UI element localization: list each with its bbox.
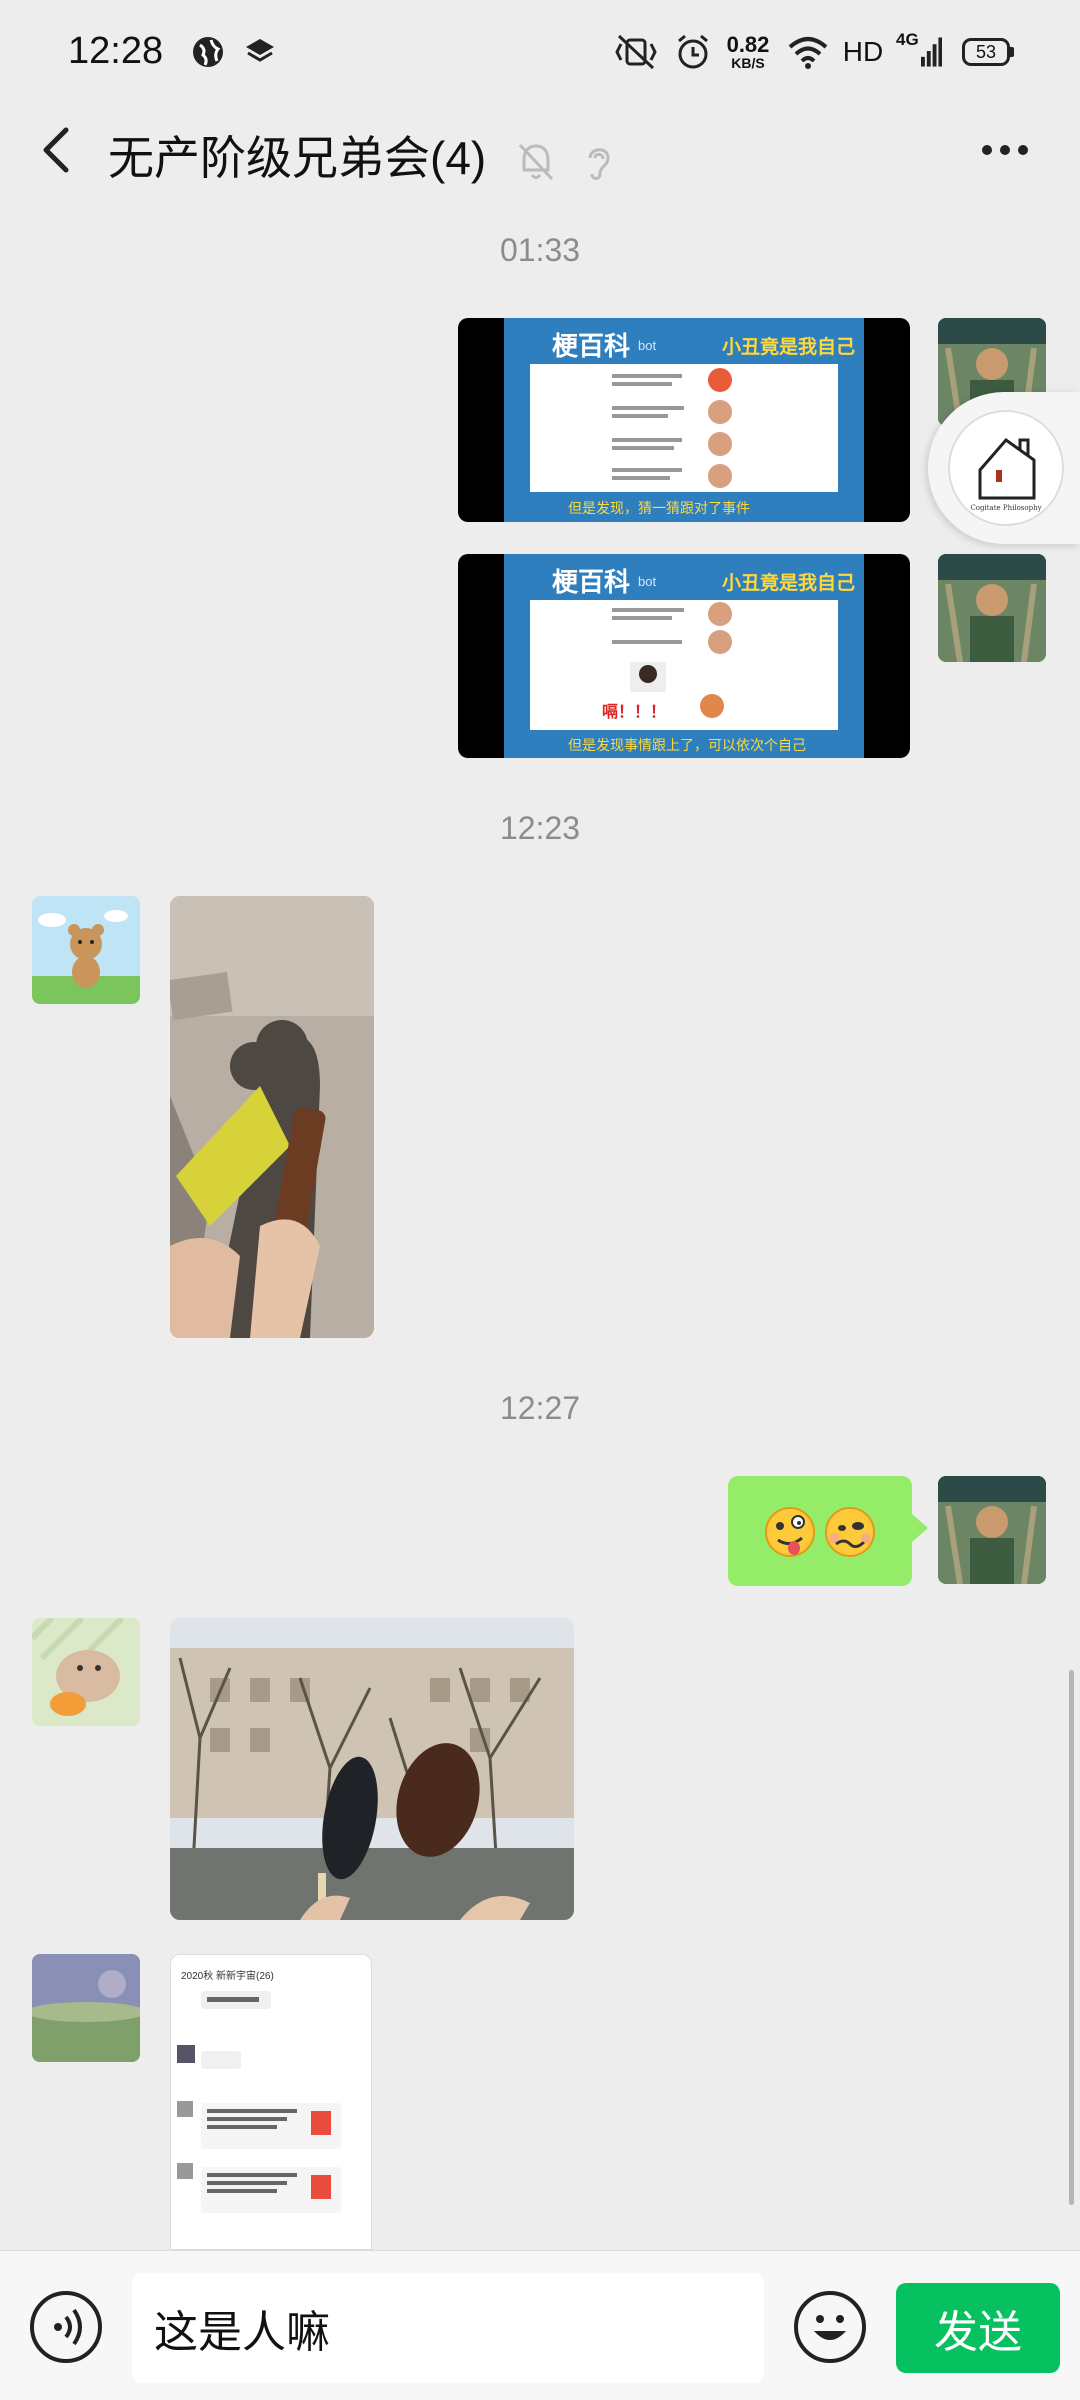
meme-content bbox=[612, 602, 732, 718]
status-bar: 12:28 0.82 KB/S HD 4G 53 bbox=[0, 0, 1080, 100]
voice-button[interactable] bbox=[30, 2291, 102, 2363]
send-button[interactable]: 发送 bbox=[896, 2283, 1060, 2373]
back-button[interactable] bbox=[30, 118, 90, 182]
chat-title-text: 无产阶级兄弟会(4) bbox=[108, 132, 487, 184]
avatar-sheep[interactable] bbox=[32, 1618, 140, 1726]
scrollbar[interactable] bbox=[1069, 1670, 1074, 2205]
battery-icon: 53 bbox=[960, 30, 1016, 74]
avatar-self[interactable] bbox=[938, 1476, 1046, 1584]
browser-globe-icon bbox=[188, 30, 228, 74]
meme-content bbox=[612, 368, 732, 488]
floating-widget[interactable]: Cogitate Philosophy bbox=[928, 392, 1080, 544]
timestamp: 01:33 bbox=[499, 232, 581, 268]
layers-icon bbox=[240, 30, 280, 74]
net-speed: 0.82 KB/S bbox=[726, 32, 770, 71]
avatar-self[interactable] bbox=[938, 554, 1046, 662]
mute-bell-icon bbox=[518, 143, 554, 180]
image-message-chat-screenshot[interactable]: 2020秋 新新宇宙(26) bbox=[170, 1954, 372, 2250]
input-bar: 发送 bbox=[0, 2250, 1080, 2400]
avatar-landscape[interactable] bbox=[32, 1954, 140, 2062]
image-message-shadow-photo[interactable] bbox=[170, 896, 374, 1338]
timestamp: 12:27 bbox=[499, 1390, 581, 1426]
emoji-button[interactable] bbox=[794, 2291, 866, 2363]
more-button[interactable] bbox=[970, 120, 1040, 180]
woozy-face-emoji bbox=[825, 1507, 875, 1557]
emoji-message-bubble[interactable] bbox=[728, 1476, 928, 1586]
voice-icon bbox=[54, 2308, 82, 2346]
image-message-popsicle-photo[interactable] bbox=[170, 1618, 574, 1920]
screenshot-content bbox=[177, 1991, 341, 2213]
philosophy-logo: Cogitate Philosophy bbox=[948, 410, 1064, 526]
alarm-icon bbox=[672, 30, 714, 74]
wifi-icon bbox=[786, 30, 830, 74]
chat-header: 无产阶级兄弟会(4) bbox=[0, 100, 1080, 200]
timestamp: 12:23 bbox=[499, 810, 581, 846]
meme-card: 梗百科 bot 小丑竟是我自己 嗝！！！ 但是发现事情跟上了，可以依次个自己 bbox=[504, 554, 864, 758]
avatar-bear[interactable] bbox=[32, 896, 140, 1004]
image-message-meme-1[interactable]: 梗百科 bot 小丑竟是我自己 但是发现，猜一猜跟对了事件 bbox=[458, 318, 910, 522]
message-input[interactable] bbox=[132, 2273, 764, 2383]
more-icon bbox=[982, 145, 1028, 155]
chat-title: 无产阶级兄弟会(4) bbox=[108, 122, 616, 188]
crazy-face-emoji bbox=[765, 1507, 815, 1557]
image-message-meme-2[interactable]: 梗百科 bot 小丑竟是我自己 嗝！！！ 但是发现事情跟上了，可以依次个自己 bbox=[458, 554, 910, 758]
svg-text:Cogitate Philosophy: Cogitate Philosophy bbox=[970, 504, 1041, 512]
hd-indicator: HD bbox=[842, 36, 884, 67]
status-time: 12:28 bbox=[68, 30, 164, 72]
ear-icon bbox=[588, 148, 610, 180]
meme-card: 梗百科 bot 小丑竟是我自己 但是发现，猜一猜跟对了事件 bbox=[504, 318, 864, 522]
smiley-icon bbox=[814, 2315, 846, 2340]
back-icon bbox=[43, 127, 69, 173]
vibrate-mute-icon bbox=[612, 30, 660, 74]
signal-icon: 4G bbox=[896, 30, 942, 74]
screenshot-title: 2020秋 新新宇宙(26) bbox=[181, 1971, 274, 1982]
emoji-content bbox=[765, 1507, 875, 1557]
